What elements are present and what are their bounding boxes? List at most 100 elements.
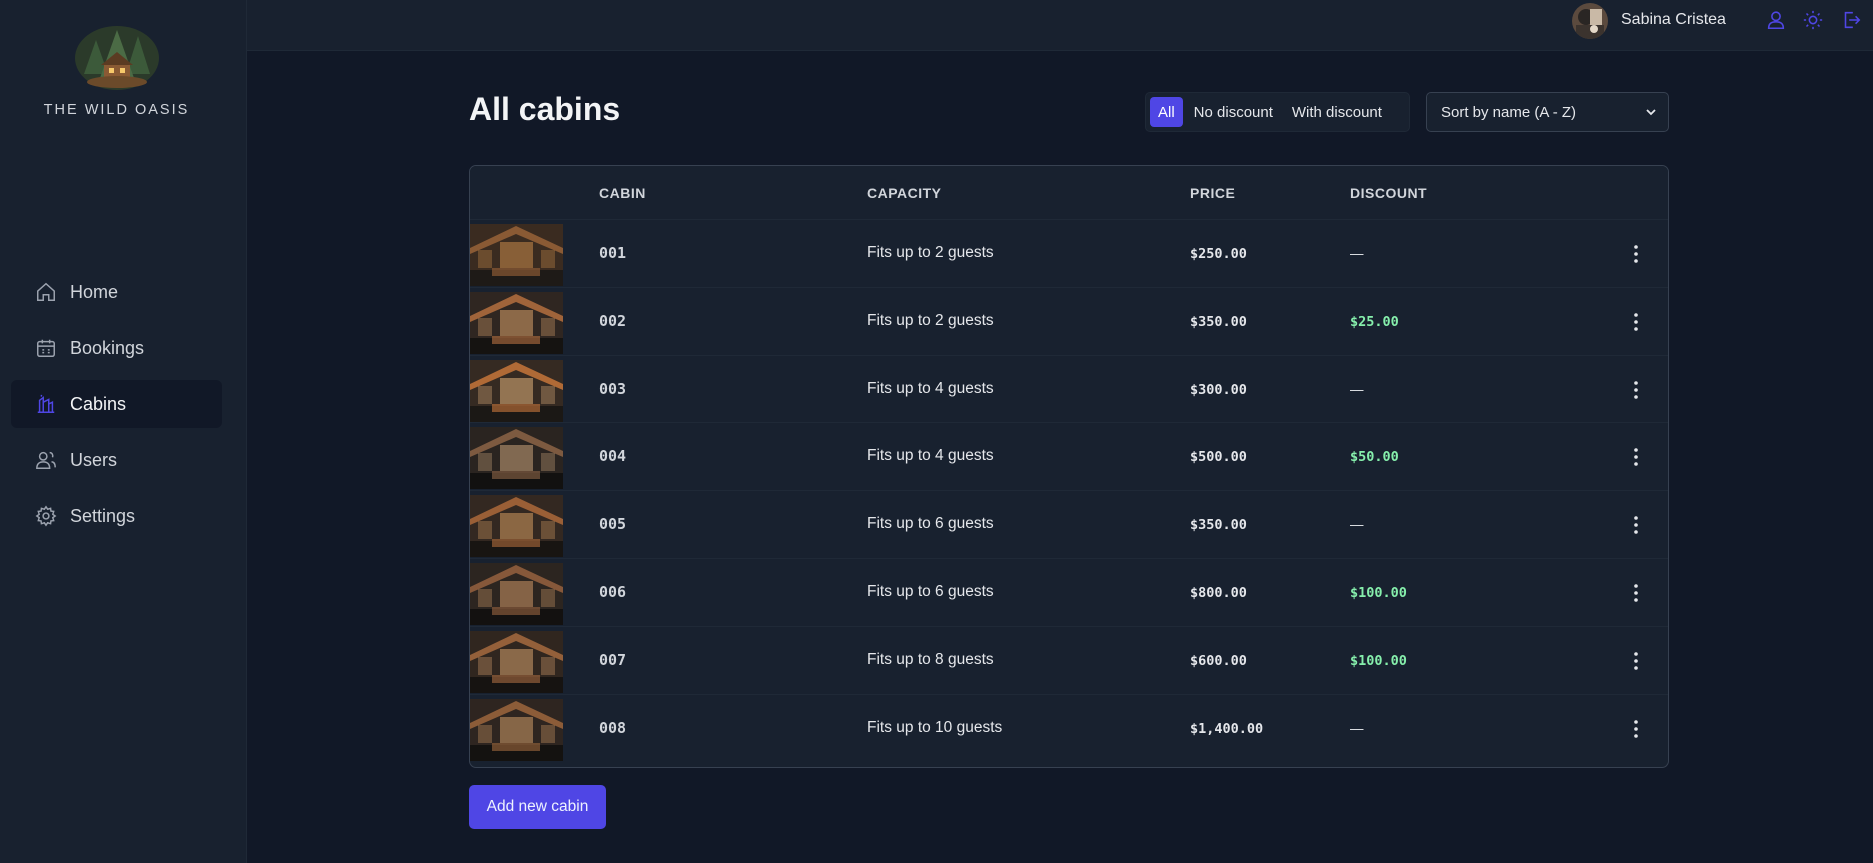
sun-icon <box>1803 10 1823 30</box>
filter-with-discount-button[interactable]: With discount <box>1284 97 1390 127</box>
table-row: 006 Fits up to 6 guests $800.00 $100.00 <box>470 559 1668 627</box>
filter-all-button[interactable]: All <box>1150 97 1183 127</box>
cell-capacity: Fits up to 6 guests <box>867 515 994 533</box>
cabin-thumbnail <box>470 427 563 490</box>
cell-discount: $100.00 <box>1350 584 1407 601</box>
sidebar-item-home[interactable]: Home <box>11 268 222 316</box>
row-menu-icon[interactable] <box>1630 310 1642 334</box>
column-header-capacity: CAPACITY <box>867 185 942 201</box>
table-row: 004 Fits up to 4 guests $500.00 $50.00 <box>470 423 1668 492</box>
sidebar-item-label: Cabins <box>70 393 127 414</box>
column-header-cabin: CABIN <box>599 185 646 201</box>
row-menu-icon[interactable] <box>1630 649 1642 673</box>
cell-cabin: 004 <box>599 447 627 466</box>
sidebar-item-cabins[interactable]: Cabins <box>11 380 222 428</box>
cabin-thumbnail <box>470 698 563 761</box>
cabin-thumbnail <box>470 562 563 625</box>
logout-button[interactable] <box>1840 9 1864 33</box>
cabin-thumbnail <box>470 224 563 286</box>
user-icon <box>1767 11 1785 30</box>
cell-capacity: Fits up to 10 guests <box>867 718 1003 736</box>
cell-cabin: 008 <box>599 718 627 737</box>
row-menu-icon[interactable] <box>1630 513 1642 537</box>
users-icon <box>36 451 56 469</box>
sort-select-value: Sort by name (A - Z) <box>1441 103 1577 121</box>
cell-discount: — <box>1350 720 1364 736</box>
logout-icon <box>1844 11 1861 29</box>
add-cabin-button[interactable]: Add new cabin <box>469 785 606 829</box>
cell-discount: $25.00 <box>1350 313 1399 330</box>
cabin-thumbnail <box>470 291 563 354</box>
table-row: 007 Fits up to 8 guests $600.00 $100.00 <box>470 627 1668 695</box>
sidebar-item-label: Bookings <box>70 337 145 358</box>
sort-select[interactable]: Sort by name (A - Z) <box>1426 92 1669 132</box>
cell-capacity: Fits up to 2 guests <box>867 244 994 261</box>
user-name: Sabina Cristea <box>1621 11 1726 28</box>
cabin-thumbnail <box>470 630 563 693</box>
cell-cabin: 001 <box>599 244 627 262</box>
cell-capacity: Fits up to 4 guests <box>867 379 994 397</box>
cell-price: $800.00 <box>1190 584 1247 601</box>
discount-filter: All No discount With discount <box>1145 92 1410 132</box>
row-menu-icon[interactable] <box>1630 378 1642 402</box>
sidebar: THE WILD OASIS Home Bookings Cabins User… <box>0 0 247 863</box>
row-menu-icon[interactable] <box>1630 242 1642 266</box>
row-menu-icon[interactable] <box>1630 717 1642 741</box>
row-menu-icon[interactable] <box>1630 581 1642 605</box>
column-header-price: PRICE <box>1190 185 1236 201</box>
column-header-discount: DISCOUNT <box>1350 185 1428 201</box>
cell-price: $250.00 <box>1190 246 1247 262</box>
brand-name: THE WILD OASIS <box>43 102 190 118</box>
table-row: 008 Fits up to 10 guests $1,400.00 — <box>470 695 1668 763</box>
cell-cabin: 005 <box>599 515 627 534</box>
table-row: 002 Fits up to 2 guests $350.00 $25.00 <box>470 288 1668 356</box>
sidebar-item-users[interactable]: Users <box>11 436 222 484</box>
gear-icon <box>35 505 57 527</box>
row-menu-icon[interactable] <box>1630 445 1642 469</box>
logo <box>75 26 159 90</box>
cell-capacity: Fits up to 2 guests <box>867 311 994 329</box>
table-body: 001 Fits up to 2 guests $250.00 — 002 Fits up… <box>470 220 1668 762</box>
top-header: Sabina Cristea <box>247 0 1873 51</box>
cell-capacity: Fits up to 4 guests <box>867 447 994 465</box>
cell-discount: $100.00 <box>1350 652 1407 669</box>
cell-cabin: 002 <box>599 311 627 330</box>
cell-capacity: Fits up to 8 guests <box>867 650 994 668</box>
home-icon <box>37 282 55 301</box>
cell-cabin: 003 <box>599 379 627 398</box>
cell-discount: — <box>1350 517 1364 533</box>
cabins-table: CABIN CAPACITY PRICE DISCOUNT 001 Fits up… <box>469 165 1669 768</box>
cell-cabin: 006 <box>599 582 627 601</box>
cell-price: $350.00 <box>1190 313 1247 330</box>
cell-price: $300.00 <box>1190 381 1247 398</box>
cabin-thumbnail <box>470 495 563 558</box>
table-row: 005 Fits up to 6 guests $350.00 — <box>470 491 1668 559</box>
cell-price: $500.00 <box>1190 449 1247 466</box>
cell-price: $1,400.00 <box>1190 720 1264 737</box>
table-row: 001 Fits up to 2 guests $250.00 — <box>470 220 1668 288</box>
sidebar-item-bookings[interactable]: Bookings <box>11 324 222 372</box>
sidebar-item-label: Settings <box>70 505 136 526</box>
sidebar-item-label: Users <box>70 449 118 470</box>
cell-price: $350.00 <box>1190 517 1247 534</box>
sidebar-item-settings[interactable]: Settings <box>11 492 222 540</box>
chevron-down-icon <box>1646 109 1656 116</box>
calendar-icon <box>37 339 55 357</box>
cell-discount: — <box>1350 246 1364 261</box>
theme-toggle-button[interactable] <box>1802 9 1826 33</box>
cell-price: $600.00 <box>1190 652 1247 669</box>
avatar[interactable] <box>1572 3 1608 39</box>
sidebar-item-label: Home <box>70 281 119 302</box>
cell-discount: — <box>1350 381 1364 397</box>
cell-capacity: Fits up to 6 guests <box>867 582 994 600</box>
sidebar-nav: Home Bookings Cabins Users Settings <box>11 268 222 548</box>
table-row: 003 Fits up to 4 guests $300.00 — <box>470 356 1668 424</box>
table-header: CABIN CAPACITY PRICE DISCOUNT <box>470 166 1668 220</box>
cell-cabin: 007 <box>599 650 627 669</box>
page-title: All cabins <box>469 91 621 127</box>
account-button[interactable] <box>1765 9 1789 33</box>
building-icon <box>37 394 55 413</box>
avatar-image <box>1572 3 1608 39</box>
cell-discount: $50.00 <box>1350 449 1399 466</box>
filter-no-discount-button[interactable]: No discount <box>1186 97 1281 127</box>
